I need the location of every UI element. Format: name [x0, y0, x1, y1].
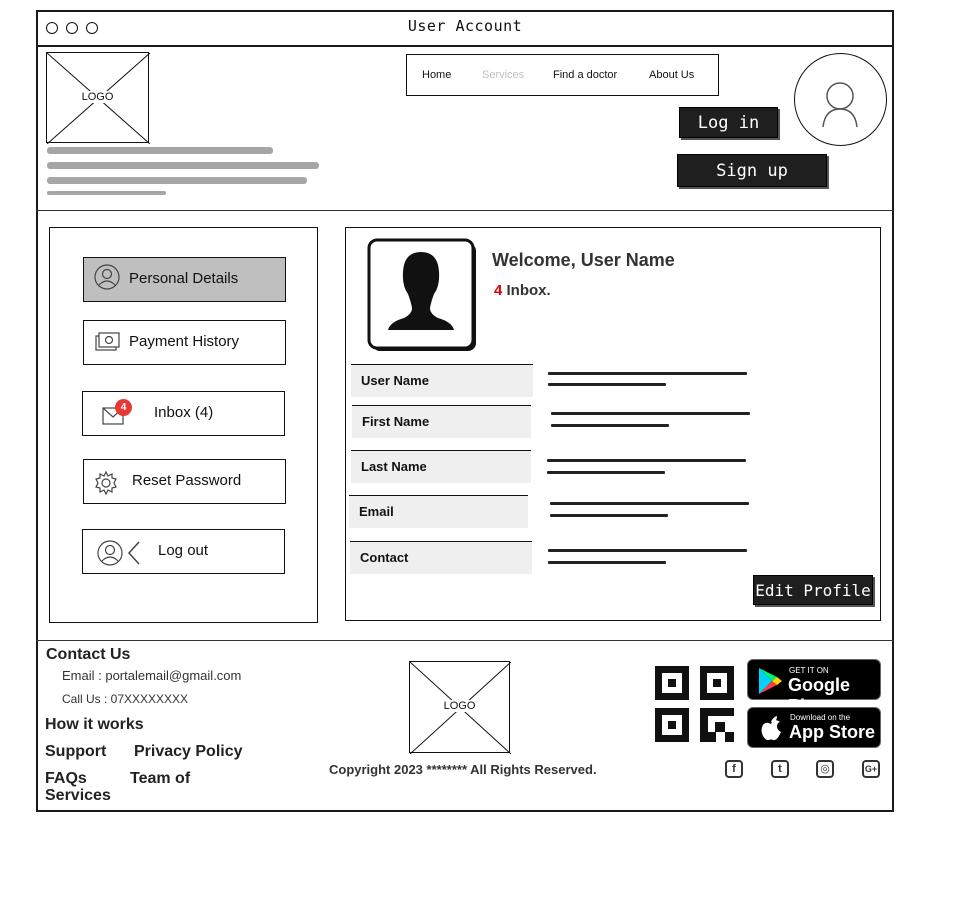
field-value-placeholder [547, 471, 665, 474]
footer-link-faqs[interactable]: FAQs [45, 770, 87, 788]
field-value-placeholder [548, 549, 747, 552]
field-label: Contact [360, 550, 409, 565]
contact-heading: Contact Us [46, 646, 131, 663]
user-avatar[interactable] [794, 53, 887, 146]
sidebar-item-label: Log out [158, 542, 209, 559]
field-value-placeholder [551, 412, 750, 415]
field-value-placeholder [548, 561, 666, 564]
contact-phone[interactable]: Call Us : 07XXXXXXXX [62, 692, 188, 706]
signup-button[interactable]: Sign up [677, 154, 827, 187]
sidebar-item-label: Personal Details [129, 270, 239, 287]
field-label: Email [359, 504, 394, 519]
nav-services[interactable]: Services [482, 69, 524, 81]
field-last-name: Last Name [351, 450, 531, 483]
google-play-badge[interactable]: GET IT ON Google Play [747, 659, 881, 716]
footer-divider [36, 640, 894, 641]
field-label: Last Name [361, 459, 427, 474]
inbox-summary[interactable]: 4 Inbox. [494, 282, 551, 299]
sidebar-item-log-out[interactable]: Log out [82, 529, 285, 574]
field-value-placeholder [550, 502, 749, 505]
app-store-badge[interactable]: Download on the App Store [747, 707, 881, 748]
facebook-icon[interactable]: f [725, 760, 743, 778]
placeholder-text-line [47, 162, 319, 169]
copyright-text: Copyright 2023 ******** All Rights Reser… [329, 762, 597, 777]
main-nav: Home Services Find a doctor About Us [406, 54, 719, 96]
window-title: User Account [407, 17, 523, 35]
instagram-icon[interactable]: ◎ [816, 760, 834, 778]
footer-link-privacy-policy[interactable]: Privacy Policy [134, 743, 243, 761]
sidebar-item-payment-history[interactable]: Payment History [83, 320, 286, 365]
field-first-name: First Name [352, 405, 531, 438]
footer-link-services[interactable]: Services [45, 787, 111, 805]
qr-code-icon[interactable] [655, 666, 735, 744]
field-value-placeholder [547, 459, 746, 462]
edit-profile-button[interactable]: Edit Profile [753, 575, 873, 605]
login-button[interactable]: Log in [679, 107, 778, 138]
title-bar: User Account [36, 10, 894, 47]
sidebar-item-reset-password[interactable]: Reset Password [83, 459, 286, 504]
footer-link-how-it-works[interactable]: How it works [45, 716, 144, 734]
user-avatar-icon [822, 82, 858, 128]
placeholder-text-line [47, 177, 307, 184]
field-value-placeholder [548, 383, 666, 386]
placeholder-text-line [47, 147, 273, 154]
google-plus-icon[interactable]: G+ [862, 760, 880, 778]
logo-label: LOGO [410, 700, 509, 712]
inbox-summary-label: Inbox. [506, 282, 551, 299]
sidebar-item-label: Inbox (4) [154, 404, 214, 421]
field-label: User Name [361, 373, 429, 388]
profile-photo[interactable] [366, 238, 478, 354]
app-store-small: Download on the [790, 713, 851, 722]
google-play-small: GET IT ON [789, 666, 829, 675]
field-label: First Name [362, 414, 430, 429]
footer-link-support[interactable]: Support [45, 743, 106, 761]
nav-home[interactable]: Home [422, 69, 451, 81]
sidebar-item-label: Payment History [129, 333, 240, 350]
nav-about-us[interactable]: About Us [649, 69, 694, 81]
money-icon [95, 332, 120, 351]
logout-icon [97, 540, 140, 566]
footer-logo[interactable]: LOGO [409, 661, 511, 754]
field-email: Email [349, 495, 528, 528]
header-logo[interactable]: LOGO [46, 52, 150, 144]
field-contact: Contact [350, 541, 532, 574]
user-circle-icon [94, 264, 120, 290]
header-divider [36, 210, 894, 211]
sidebar-item-inbox[interactable]: 4 Inbox (4) [82, 391, 285, 436]
field-user-name: User Name [351, 364, 533, 397]
nav-find-doctor[interactable]: Find a doctor [553, 69, 617, 81]
profile-silhouette-icon [367, 238, 476, 351]
field-value-placeholder [551, 424, 669, 427]
footer-link-team[interactable]: Team of [130, 770, 190, 788]
sidebar-item-label: Reset Password [132, 472, 242, 489]
contact-email[interactable]: Email : portalemail@gmail.com [62, 668, 241, 683]
logo-label: LOGO [47, 91, 148, 103]
gear-icon [95, 470, 117, 496]
inbox-count: 4 [494, 282, 503, 299]
sidebar-item-personal-details[interactable]: Personal Details [83, 257, 286, 302]
app-store-big: App Store [789, 722, 876, 742]
inbox-badge: 4 [115, 399, 132, 416]
apple-icon [761, 716, 781, 741]
google-play-icon [759, 668, 782, 694]
welcome-heading: Welcome, User Name [492, 250, 675, 270]
twitter-icon[interactable]: t [771, 760, 789, 778]
field-value-placeholder [550, 514, 668, 517]
field-value-placeholder [548, 372, 747, 375]
placeholder-text-line [47, 191, 166, 195]
